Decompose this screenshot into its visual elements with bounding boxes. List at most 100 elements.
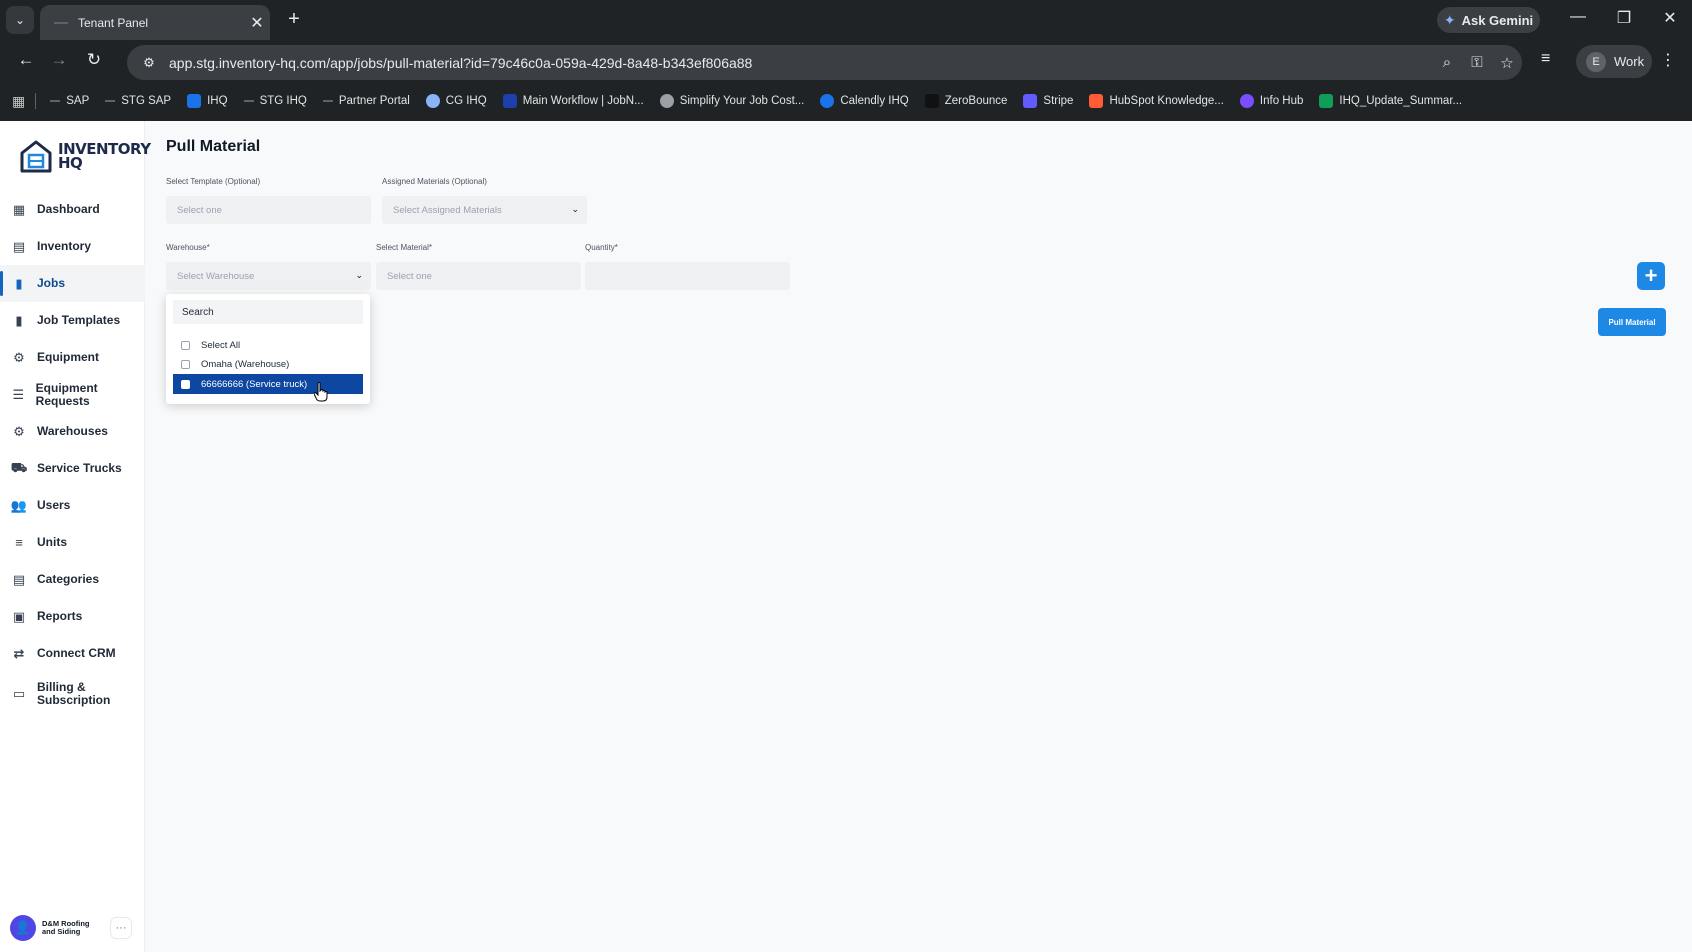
sheets-icon: [1319, 94, 1334, 108]
quantity-label: Quantity*: [585, 243, 618, 252]
zoom-icon[interactable]: ⌕: [1432, 54, 1462, 71]
dropdown-option[interactable]: Omaha (Warehouse): [173, 354, 363, 374]
sidebar-item-job-templates[interactable]: ▮ Job Templates: [0, 302, 145, 339]
warehouse-dropdown: Search Select All Omaha (Warehouse) 666666…: [166, 294, 370, 404]
new-tab-button[interactable]: +: [282, 8, 306, 31]
bookmark-star-icon[interactable]: ☆: [1492, 54, 1522, 72]
reports-icon: ▣: [12, 608, 26, 624]
sidebar-item-reports[interactable]: ▣ Reports: [0, 598, 145, 635]
material-select[interactable]: Select one: [376, 262, 581, 290]
browser-menu-icon[interactable]: ⋮: [1660, 50, 1676, 70]
ask-gemini-label: Ask Gemini: [1461, 12, 1534, 28]
sidebar-item-label: Categories: [37, 572, 100, 586]
pull-material-button[interactable]: Pull Material: [1598, 308, 1666, 336]
dash-icon: [50, 100, 61, 102]
billing-icon: ▭: [12, 686, 26, 701]
zerobounce-icon: [924, 94, 939, 108]
url-text[interactable]: app.stg.inventory-hq.com/app/jobs/pull-m…: [169, 55, 1432, 71]
window-close-icon[interactable]: ✕: [1655, 8, 1685, 28]
dropdown-option[interactable]: Select All: [173, 335, 363, 355]
tab-close-icon[interactable]: ✕: [244, 13, 270, 33]
sidebar-item-equipment[interactable]: ⚙ Equipment: [0, 339, 145, 376]
categories-icon: ▤: [12, 571, 26, 587]
site-settings-icon[interactable]: ⚙: [133, 55, 165, 71]
bookmark-label: ZeroBounce: [944, 95, 1008, 107]
sidebar-item-inventory[interactable]: ▤ Inventory: [0, 228, 145, 265]
bookmark-item[interactable]: Info Hub: [1239, 94, 1303, 108]
minimize-icon[interactable]: —: [1563, 8, 1593, 26]
org-name: D&M Roofing and Siding: [42, 919, 90, 936]
address-bar[interactable]: ⚙ app.stg.inventory-hq.com/app/jobs/pull…: [127, 45, 1522, 80]
bookmark-label: IHQ: [207, 95, 228, 107]
template-select[interactable]: Select one: [166, 196, 371, 224]
back-icon[interactable]: ←: [12, 50, 40, 70]
sidebar-item-label: Units: [37, 535, 67, 549]
warehouse-select[interactable]: Select Warehouse ⌄: [166, 262, 371, 290]
sidebar-item-dashboard[interactable]: ▦ Dashboard: [0, 191, 145, 228]
forward-icon[interactable]: →: [45, 50, 73, 70]
org-more-button[interactable]: ···: [110, 917, 132, 939]
sidebar-item-categories[interactable]: ▤ Categories: [0, 561, 145, 598]
restore-icon[interactable]: ❐: [1609, 8, 1639, 28]
option-checkbox[interactable]: [181, 359, 190, 369]
sidebar-item-connect-crm[interactable]: ⇄ Connect CRM: [0, 635, 145, 672]
quantity-input[interactable]: [585, 262, 790, 290]
dropdown-option[interactable]: 66666666 (Service truck): [173, 374, 363, 394]
bookmark-item[interactable]: SAP: [50, 95, 89, 107]
reload-icon[interactable]: ↻: [80, 50, 108, 70]
apps-grid-icon[interactable]: ▦: [12, 93, 25, 110]
profile-avatar: E: [1586, 51, 1606, 72]
bookmark-item[interactable]: Main Workflow | JobN...: [502, 94, 644, 108]
ask-gemini-button[interactable]: ✦ Ask Gemini: [1437, 7, 1540, 33]
assigned-materials-placeholder: Select Assigned Materials: [393, 204, 502, 216]
tab-strip: ⌄ Tenant Panel ✕ + ✦ Ask Gemini — ❐ ✕: [0, 0, 1692, 40]
chevron-down-icon: ⌄: [571, 204, 579, 214]
sidebar-item-label: Jobs: [37, 276, 66, 290]
bookmark-label: Simplify Your Job Cost...: [679, 95, 805, 107]
sidebar-item-service-trucks[interactable]: ⛟ Service Trucks: [0, 450, 145, 487]
sidebar-item-equipment-requests[interactable]: ☰ Equipment Requests: [0, 376, 145, 413]
bookmark-item[interactable]: Simplify Your Job Cost...: [659, 94, 805, 108]
bookmark-item[interactable]: IHQ: [187, 94, 228, 108]
sidebar-item-warehouses[interactable]: ⚙ Warehouses: [0, 413, 145, 450]
info-hub-icon: [1239, 94, 1254, 108]
bookmark-item[interactable]: Calendly IHQ: [820, 94, 909, 108]
browser-chrome: ⌄ Tenant Panel ✕ + ✦ Ask Gemini — ❐ ✕ ← …: [0, 0, 1692, 121]
bookmark-item[interactable]: Stripe: [1023, 94, 1073, 108]
sidebar-item-billing-subscription[interactable]: ▭ Billing & Subscription: [0, 672, 145, 716]
assigned-materials-label: Assigned Materials (Optional): [382, 177, 487, 186]
assigned-materials-select[interactable]: Select Assigned Materials ⌄: [382, 196, 587, 224]
bookmark-item[interactable]: ZeroBounce: [924, 94, 1008, 108]
org-avatar-icon: 👤: [10, 915, 36, 941]
browser-tab[interactable]: Tenant Panel ✕: [40, 5, 270, 40]
dropdown-search-input[interactable]: Search: [173, 300, 363, 324]
option-checkbox[interactable]: [181, 340, 190, 350]
dashboard-icon: ▦: [12, 201, 26, 217]
bookmark-item[interactable]: IHQ_Update_Summar...: [1319, 94, 1462, 108]
tab-favicon-icon: [54, 21, 68, 24]
bookmark-list: SAP STG SAP IHQ STG IHQ Partner Portal CG IHQ…: [50, 94, 1478, 108]
bookmark-item[interactable]: HubSpot Knowledge...: [1089, 94, 1224, 108]
reading-list-icon[interactable]: ≡: [1541, 50, 1550, 68]
tab-search-button[interactable]: ⌄: [6, 6, 34, 34]
truck-icon: ⛟: [10, 459, 28, 475]
password-key-icon[interactable]: ⚿: [1462, 54, 1492, 71]
bookmark-label: Stripe: [1043, 95, 1074, 107]
bookmark-item[interactable]: STG IHQ: [243, 95, 307, 107]
template-label: Select Template (Optional): [166, 177, 261, 186]
sidebar-item-jobs[interactable]: ▮ Jobs: [0, 265, 145, 302]
option-label: Omaha (Warehouse): [201, 358, 290, 370]
org-switcher[interactable]: 👤 D&M Roofing and Siding ···: [10, 915, 134, 941]
sidebar-item-units[interactable]: ≡ Units: [0, 524, 145, 561]
globe-icon: [659, 94, 674, 108]
add-row-button[interactable]: +: [1637, 262, 1665, 290]
bookmark-label: Calendly IHQ: [840, 95, 909, 107]
dash-icon: [322, 100, 333, 102]
option-checkbox[interactable]: [181, 379, 190, 389]
sidebar-item-users[interactable]: 👥 Users: [0, 487, 145, 524]
profile-button[interactable]: E Work: [1576, 45, 1652, 78]
bookmark-item[interactable]: Partner Portal: [322, 95, 410, 107]
app-logo[interactable]: INVENTORY HQ: [20, 139, 151, 173]
bookmark-item[interactable]: STG SAP: [105, 95, 171, 107]
bookmark-item[interactable]: CG IHQ: [425, 94, 487, 108]
